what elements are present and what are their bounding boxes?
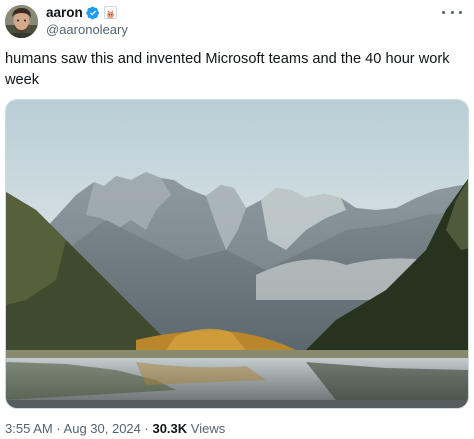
- tweet-text: humans saw this and invented Microsoft t…: [5, 51, 450, 88]
- views-count: 30.3K: [152, 421, 188, 436]
- more-options-icon[interactable]: [442, 6, 462, 18]
- affiliate-badge-icon[interactable]: [103, 6, 117, 19]
- tweet-meta: 3:55 AM · Aug 30, 2024 · 30.3K Views: [5, 421, 225, 436]
- author-handle[interactable]: @aaronoleary: [46, 22, 128, 37]
- timestamp-link[interactable]: 3:55 AM · Aug 30, 2024: [5, 421, 141, 436]
- tweet-date: Aug 30, 2024: [63, 421, 141, 436]
- tweet-time: 3:55 AM: [5, 421, 53, 436]
- dot-icon: [442, 10, 445, 14]
- dot-icon: [459, 10, 462, 14]
- mountain-lake-photo-icon: [6, 100, 468, 408]
- dot-icon: [450, 10, 454, 14]
- display-name[interactable]: aaron: [46, 5, 83, 20]
- meta-separator: ·: [140, 421, 153, 436]
- name-row: aaron: [46, 4, 128, 21]
- avatar-photo-icon: [5, 5, 38, 38]
- avatar[interactable]: [5, 5, 38, 38]
- author-names: aaron @aaronoleary: [46, 4, 128, 37]
- views-label: Views: [187, 421, 226, 436]
- tweet-media-photo[interactable]: [5, 99, 469, 409]
- verified-badge-icon[interactable]: [86, 6, 100, 20]
- tweet-header: aaron @aaronoleary: [0, 0, 474, 44]
- affiliate-logo-icon: [106, 10, 114, 19]
- meta-separator: ·: [52, 421, 64, 436]
